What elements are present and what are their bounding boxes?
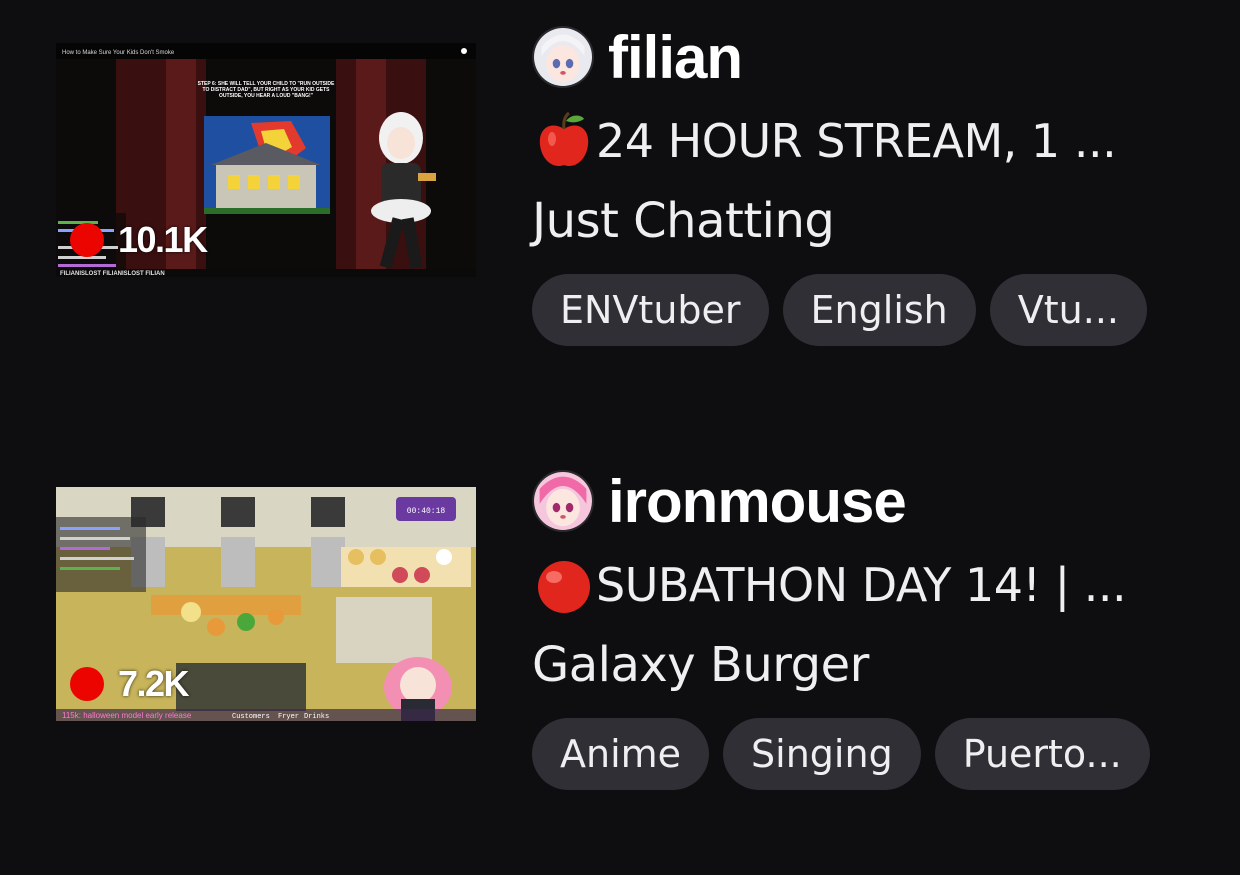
live-indicator-icon bbox=[70, 223, 104, 257]
stream-card[interactable]: How to Make Sure Your Kids Don't Smoke S… bbox=[0, 0, 1240, 420]
stream-thumbnail[interactable]: 00:40:18 115k: halloween model early rel… bbox=[56, 487, 476, 721]
stream-title: SUBATHON DAY 14! | ... bbox=[596, 558, 1127, 612]
viewer-count: 7.2K bbox=[118, 663, 190, 704]
stream-category[interactable]: Galaxy Burger bbox=[532, 628, 1192, 702]
tag[interactable]: Vtu... bbox=[989, 274, 1147, 346]
thumbnail-overlay-text: STEP 6: SHE WILL TELL YOUR CHILD TO "RUN… bbox=[197, 81, 335, 99]
red-circle-icon bbox=[538, 561, 590, 613]
thumbnail-label: Customers bbox=[232, 713, 270, 721]
tag-list: ENVtuber English Vtu... bbox=[532, 274, 1192, 346]
stream-info: ironmouse SUBATHON DAY 14! | ... Galaxy … bbox=[532, 456, 1192, 790]
tag[interactable]: ENVtuber bbox=[532, 274, 769, 346]
channel-name[interactable]: filian bbox=[608, 23, 743, 92]
channel-name[interactable]: ironmouse bbox=[608, 467, 907, 536]
channel-avatar[interactable] bbox=[532, 470, 594, 532]
live-indicator-icon bbox=[70, 667, 104, 701]
channel-avatar[interactable] bbox=[532, 26, 594, 88]
tag[interactable]: English bbox=[782, 274, 976, 346]
stream-title: 24 HOUR STREAM, 1 ... bbox=[596, 114, 1117, 168]
stream-info: filian 24 HOUR STREAM, 1 ... Just Chatti… bbox=[532, 12, 1192, 346]
thumbnail-footer: 115k: halloween model early release bbox=[62, 711, 192, 720]
stream-category[interactable]: Just Chatting bbox=[532, 184, 1192, 258]
stream-card[interactable]: 00:40:18 115k: halloween model early rel… bbox=[0, 444, 1240, 864]
thumbnail-label: Drinks bbox=[304, 713, 329, 721]
stream-title-row[interactable]: SUBATHON DAY 14! | ... bbox=[532, 548, 1172, 622]
viewer-count-overlay: 10.1K bbox=[70, 219, 208, 261]
stream-thumbnail[interactable]: How to Make Sure Your Kids Don't Smoke S… bbox=[56, 43, 476, 277]
tag[interactable]: Puerto... bbox=[934, 718, 1150, 790]
viewer-count: 10.1K bbox=[118, 219, 208, 260]
viewer-count-overlay: 7.2K bbox=[70, 663, 190, 705]
thumbnail-label: Fryer bbox=[278, 713, 299, 721]
thumbnail-footer: FILIANISLOST FILIANISLOST FILIAN bbox=[60, 271, 165, 277]
tag[interactable]: Anime bbox=[532, 718, 710, 790]
thumbnail-caption: How to Make Sure Your Kids Don't Smoke bbox=[62, 50, 175, 56]
red-apple-icon bbox=[539, 111, 589, 167]
stream-title-row[interactable]: 24 HOUR STREAM, 1 ... bbox=[532, 104, 1172, 178]
thumbnail-timer: 00:40:18 bbox=[407, 507, 446, 516]
tag-list: Anime Singing Puerto... bbox=[532, 718, 1192, 790]
tag[interactable]: Singing bbox=[723, 718, 921, 790]
